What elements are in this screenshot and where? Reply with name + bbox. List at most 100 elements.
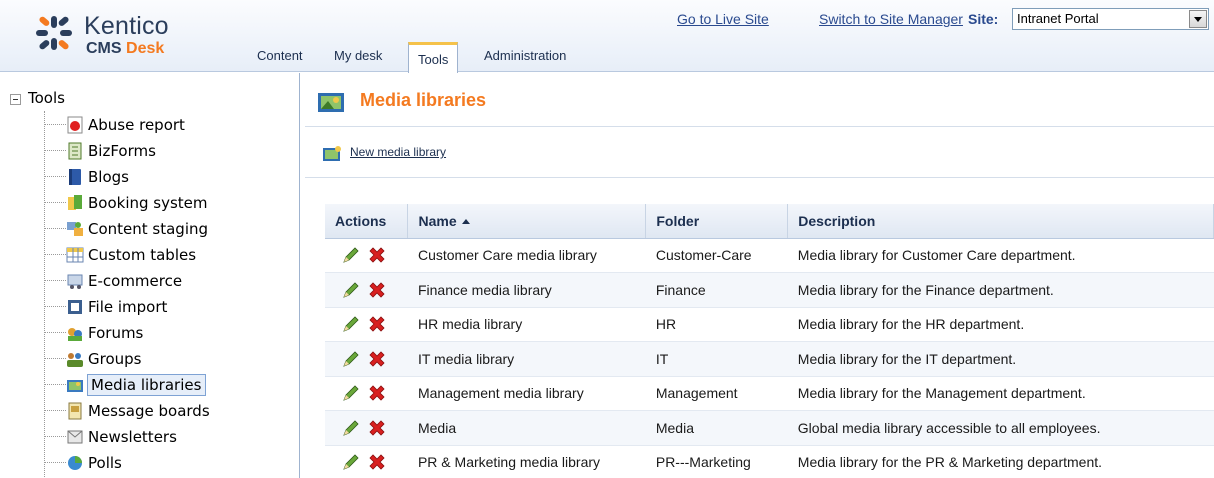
new-media-library-icon[interactable] — [322, 146, 342, 162]
header-bar: Kentico CMS Desk Go to Live Site Switch … — [0, 0, 1214, 73]
tree-item-label: Newsletters — [88, 428, 177, 446]
edit-pencil-icon[interactable] — [341, 314, 361, 334]
row-description: Global media library accessible to all e… — [787, 410, 1214, 446]
tree-item-label: Booking system — [88, 194, 208, 212]
tree-item-groups[interactable]: Groups — [44, 347, 294, 371]
media-libraries-icon — [318, 93, 344, 112]
row-folder: IT — [645, 341, 788, 377]
row-actions — [325, 376, 408, 411]
content-staging-icon — [67, 222, 83, 236]
tree-item-media-libraries[interactable]: Media libraries — [44, 373, 294, 397]
table-header-row: Actions Name Folder Description — [325, 204, 1214, 239]
row-description: Media library for the PR & Marketing dep… — [787, 445, 1214, 478]
sort-ascending-icon — [461, 218, 470, 224]
column-header-name[interactable]: Name — [407, 204, 647, 239]
row-actions — [325, 238, 408, 273]
tree-item-booking-system[interactable]: Booking system — [44, 191, 294, 215]
tab-content[interactable]: Content — [257, 48, 303, 63]
tree-item-abuse-report[interactable]: Abuse report — [44, 113, 294, 137]
row-name: Finance media library — [407, 272, 646, 308]
row-name: IT media library — [407, 341, 646, 377]
row-description: Media library for the HR department. — [787, 307, 1214, 342]
row-name: HR media library — [407, 307, 646, 342]
row-description: Media library for the IT department. — [787, 341, 1214, 377]
edit-pencil-icon[interactable] — [341, 418, 361, 438]
tree-item-forums[interactable]: Forums — [44, 321, 294, 345]
tree-item-file-import[interactable]: File import — [44, 295, 294, 319]
tree-item-message-boards[interactable]: Message boards — [44, 399, 294, 423]
site-select[interactable]: Intranet Portal — [1012, 8, 1209, 30]
site-select-value: Intranet Portal — [1017, 11, 1099, 26]
message-boards-icon — [68, 402, 82, 420]
tree-item-label: Custom tables — [88, 246, 197, 264]
table-row: PR & Marketing media library PR---Market… — [325, 445, 1214, 478]
action-bar: New media library — [305, 128, 1214, 178]
polls-icon — [68, 456, 82, 470]
tree-root-label: Tools — [28, 89, 65, 107]
delete-x-icon[interactable] — [367, 452, 387, 472]
tab-administration[interactable]: Administration — [484, 48, 566, 63]
tree-item-e-commerce[interactable]: E-commerce — [44, 269, 294, 293]
delete-x-icon[interactable] — [367, 418, 387, 438]
row-actions — [325, 307, 408, 342]
media-libraries-icon — [67, 380, 83, 392]
delete-x-icon[interactable] — [367, 245, 387, 265]
tree-item-label: Polls — [88, 454, 122, 472]
row-name: Media — [407, 410, 646, 446]
edit-pencil-icon[interactable] — [341, 383, 361, 403]
go-to-live-site-link[interactable]: Go to Live Site — [677, 11, 769, 27]
edit-pencil-icon[interactable] — [341, 280, 361, 300]
column-header-description[interactable]: Description — [787, 204, 1214, 239]
tab-my-desk[interactable]: My desk — [334, 48, 382, 63]
row-description: Media library for Customer Care departme… — [787, 238, 1214, 273]
table-row: IT media library IT Media library for th… — [325, 341, 1214, 377]
edit-pencil-icon[interactable] — [341, 452, 361, 472]
edit-pencil-icon[interactable] — [341, 349, 361, 369]
row-description: Media library for the Management departm… — [787, 376, 1214, 411]
collapse-icon[interactable] — [10, 94, 21, 105]
column-header-folder[interactable]: Folder — [645, 204, 789, 239]
tree-item-label: BizForms — [88, 142, 156, 160]
chevron-down-icon[interactable] — [1189, 10, 1207, 28]
delete-x-icon[interactable] — [367, 383, 387, 403]
row-folder: Management — [645, 376, 788, 411]
tree-item-label: Groups — [88, 350, 142, 368]
row-folder: Media — [645, 410, 788, 446]
delete-x-icon[interactable] — [367, 280, 387, 300]
tools-tree-panel: Tools Abuse report BizForms Blogs Bookin… — [0, 73, 300, 478]
tab-tools[interactable]: Tools — [408, 42, 459, 73]
bizforms-icon — [68, 142, 82, 160]
row-actions — [325, 410, 408, 446]
tree-item-label: E-commerce — [88, 272, 183, 290]
page-title: Media libraries — [360, 90, 487, 110]
tree-item-bizforms[interactable]: BizForms — [44, 139, 294, 163]
column-header-actions: Actions — [325, 204, 409, 239]
delete-x-icon[interactable] — [367, 349, 387, 369]
tree-item-label: Blogs — [88, 168, 129, 186]
tree-item-newsletters[interactable]: Newsletters — [44, 425, 294, 449]
row-name: Customer Care media library — [407, 238, 646, 273]
table-row: Customer Care media library Customer-Car… — [325, 238, 1214, 273]
file-import-icon — [68, 300, 82, 314]
booking-system-icon — [68, 195, 82, 210]
row-description: Media library for the Finance department… — [787, 272, 1214, 308]
row-folder: Finance — [645, 272, 788, 308]
main-tabs: Content My desk Tools Administration — [0, 42, 1214, 73]
tree-item-polls[interactable]: Polls — [44, 451, 294, 475]
switch-to-site-manager-link[interactable]: Switch to Site Manager — [819, 11, 963, 27]
forums-icon — [68, 328, 82, 341]
row-name: Management media library — [407, 376, 646, 411]
blogs-icon — [69, 169, 81, 185]
delete-x-icon[interactable] — [367, 314, 387, 334]
ecommerce-icon — [67, 274, 83, 289]
page-header: Media libraries — [305, 73, 1214, 127]
new-media-library-link[interactable]: New media library — [350, 145, 446, 159]
tree-item-content-staging[interactable]: Content staging — [44, 217, 294, 241]
table-row: Management media library Management Medi… — [325, 376, 1214, 411]
tree-item-blogs[interactable]: Blogs — [44, 165, 294, 189]
row-actions — [325, 272, 408, 308]
newsletters-icon — [67, 430, 83, 444]
edit-pencil-icon[interactable] — [341, 245, 361, 265]
tree-item-custom-tables[interactable]: Custom tables — [44, 243, 294, 267]
tree-item-label: File import — [88, 298, 168, 316]
